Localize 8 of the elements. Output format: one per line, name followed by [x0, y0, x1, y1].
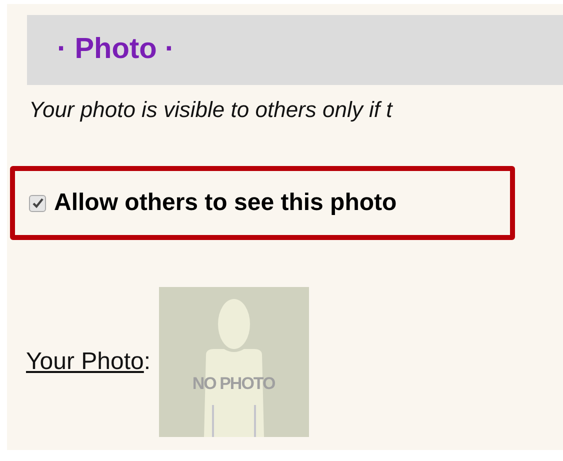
- visibility-note: Your photo is visible to others only if t: [29, 97, 392, 122]
- section-title: · Photo ·: [57, 32, 175, 68]
- label-colon: :: [144, 347, 151, 377]
- no-photo-text: NO PHOTO: [191, 373, 276, 395]
- check-icon: [32, 197, 44, 209]
- photo-label: Your Photo: [26, 347, 144, 377]
- allow-label: Allow others to see this photo: [54, 188, 397, 218]
- allow-checkbox[interactable]: [29, 194, 46, 212]
